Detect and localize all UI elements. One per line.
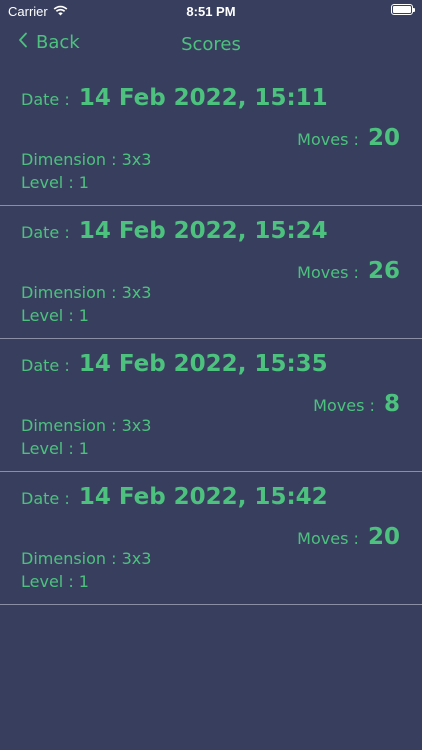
nav-bar: Back Scores [0, 28, 422, 60]
battery-cap [413, 8, 415, 12]
date-value: 14 Feb 2022, 15:11 [78, 85, 328, 111]
battery-fill [393, 6, 411, 13]
dimension-value: 3x3 [121, 549, 152, 568]
level-value: 1 [78, 173, 89, 192]
score-item: Date : 14 Feb 2022, 15:11 Moves : 20 Dim… [0, 73, 422, 206]
level-value: 1 [78, 439, 89, 458]
dimension-label: Dimension : [21, 150, 122, 169]
date-label: Date : [21, 489, 70, 508]
moves-value: 20 [367, 524, 400, 550]
battery-icon [391, 4, 415, 15]
moves-line: Moves : 8 [313, 391, 400, 417]
level-label: Level : [21, 173, 79, 192]
level-value: 1 [78, 572, 89, 591]
dimension-label: Dimension : [21, 283, 122, 302]
moves-line: Moves : 26 [297, 258, 400, 284]
level-line: Level : 1 [21, 439, 89, 458]
status-bar: Carrier 8:51 PM [0, 0, 422, 22]
moves-value: 26 [367, 258, 400, 284]
moves-line: Moves : 20 [297, 125, 400, 151]
page-title: Scores [181, 34, 241, 55]
date-line: Date : 14 Feb 2022, 15:11 [21, 85, 328, 111]
level-line: Level : 1 [21, 306, 89, 325]
score-item: Date : 14 Feb 2022, 15:42 Moves : 20 Dim… [0, 472, 422, 605]
moves-label: Moves : [313, 396, 375, 415]
date-line: Date : 14 Feb 2022, 15:35 [21, 351, 328, 377]
date-label: Date : [21, 356, 70, 375]
score-item: Date : 14 Feb 2022, 15:24 Moves : 26 Dim… [0, 206, 422, 339]
moves-label: Moves : [297, 130, 359, 149]
score-list: Date : 14 Feb 2022, 15:11 Moves : 20 Dim… [0, 73, 422, 605]
level-line: Level : 1 [21, 173, 89, 192]
dimension-value: 3x3 [121, 283, 152, 302]
dimension-line: Dimension : 3x3 [21, 416, 151, 435]
level-label: Level : [21, 439, 79, 458]
moves-value: 8 [383, 391, 400, 417]
date-label: Date : [21, 223, 70, 242]
date-value: 14 Feb 2022, 15:42 [78, 484, 328, 510]
level-value: 1 [78, 306, 89, 325]
dimension-label: Dimension : [21, 416, 122, 435]
dimension-value: 3x3 [121, 150, 152, 169]
date-value: 14 Feb 2022, 15:24 [78, 218, 328, 244]
level-label: Level : [21, 572, 79, 591]
dimension-label: Dimension : [21, 549, 122, 568]
date-label: Date : [21, 90, 70, 109]
level-label: Level : [21, 306, 79, 325]
status-time: 8:51 PM [186, 4, 236, 19]
moves-value: 20 [367, 125, 400, 151]
moves-label: Moves : [297, 263, 359, 282]
dimension-line: Dimension : 3x3 [21, 283, 151, 302]
date-line: Date : 14 Feb 2022, 15:42 [21, 484, 328, 510]
dimension-value: 3x3 [121, 416, 152, 435]
dimension-line: Dimension : 3x3 [21, 150, 151, 169]
date-line: Date : 14 Feb 2022, 15:24 [21, 218, 328, 244]
moves-label: Moves : [297, 529, 359, 548]
date-value: 14 Feb 2022, 15:35 [78, 351, 328, 377]
level-line: Level : 1 [21, 572, 89, 591]
score-item: Date : 14 Feb 2022, 15:35 Moves : 8 Dime… [0, 339, 422, 472]
moves-line: Moves : 20 [297, 524, 400, 550]
dimension-line: Dimension : 3x3 [21, 549, 151, 568]
